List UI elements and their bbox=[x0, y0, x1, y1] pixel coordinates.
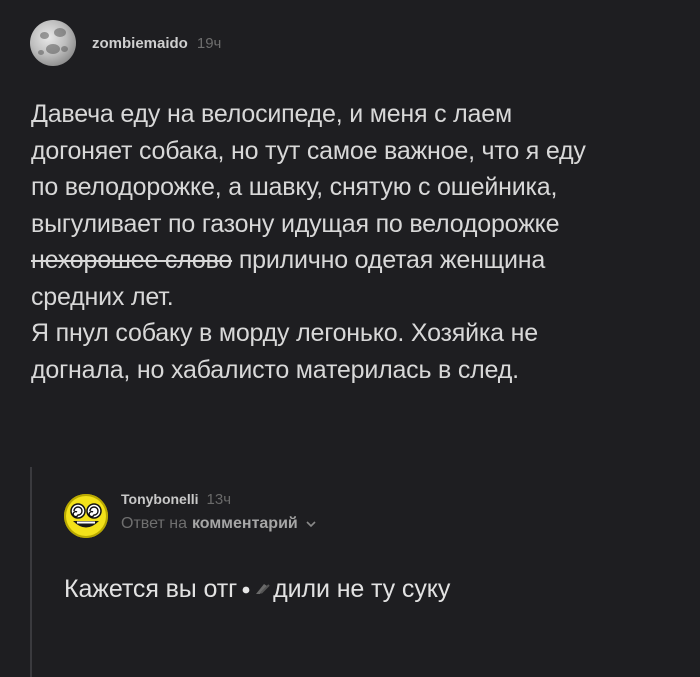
redaction-blot-icon bbox=[242, 584, 270, 595]
post-text-line: средних лет. bbox=[31, 282, 174, 311]
post-text-line: догоняет собака, но тут самое важное, чт… bbox=[31, 136, 586, 165]
reply-timestamp: 13ч bbox=[206, 490, 232, 508]
chevron-down-icon[interactable] bbox=[304, 517, 318, 531]
reply-to-line: Ответ на комментарий bbox=[121, 515, 318, 533]
post-text-line: по велодорожке, а шавку, снятую с ошейни… bbox=[31, 173, 558, 201]
reply-meta: Tonybonelli 13ч Ответ на комментарий bbox=[121, 488, 318, 533]
post-text-line: догнала, но хабалисто материлась в след. bbox=[31, 355, 519, 384]
post-header: zombiemaido 19ч bbox=[30, 20, 221, 66]
smiley-avatar-icon[interactable] bbox=[64, 494, 108, 538]
post-text-line: нехорошее слово прилично одетая женщина bbox=[31, 242, 691, 279]
reply-text-fragment: дили не ту суку bbox=[273, 575, 451, 603]
reply-text-fragment: Кажется вы отг bbox=[64, 575, 238, 603]
reply-text: Кажется вы отг дили не ту суку bbox=[64, 575, 450, 604]
reply-user-row: Tonybonelli 13ч bbox=[121, 488, 318, 510]
post-username[interactable]: zombiemaido bbox=[92, 35, 188, 52]
moon-avatar-icon[interactable] bbox=[30, 20, 76, 66]
reply-username[interactable]: Tonybonelli bbox=[121, 491, 199, 507]
post-text-fragment: прилично одетая женщина bbox=[232, 246, 546, 274]
post-body: Давеча еду на велосипеде, и меня с лаем … bbox=[31, 96, 691, 388]
post-text-line: выгуливает по газону идущая по велодорож… bbox=[31, 209, 560, 238]
reply-to-prefix: Ответ на bbox=[121, 515, 187, 532]
post-text-line: Я пнул собаку в морду легонько. Хозяйка … bbox=[31, 319, 538, 347]
post-timestamp: 19ч bbox=[196, 34, 222, 52]
post-text-line: Давеча еду на велосипеде, и меня с лаем bbox=[31, 100, 512, 128]
smiley-face-icon bbox=[70, 503, 102, 528]
strikethrough-text: нехорошее слово bbox=[31, 246, 233, 274]
thread-line bbox=[30, 467, 32, 677]
reply-header: Tonybonelli 13ч Ответ на комментарий bbox=[64, 488, 318, 538]
reply-to-link[interactable]: комментарий bbox=[192, 515, 298, 533]
